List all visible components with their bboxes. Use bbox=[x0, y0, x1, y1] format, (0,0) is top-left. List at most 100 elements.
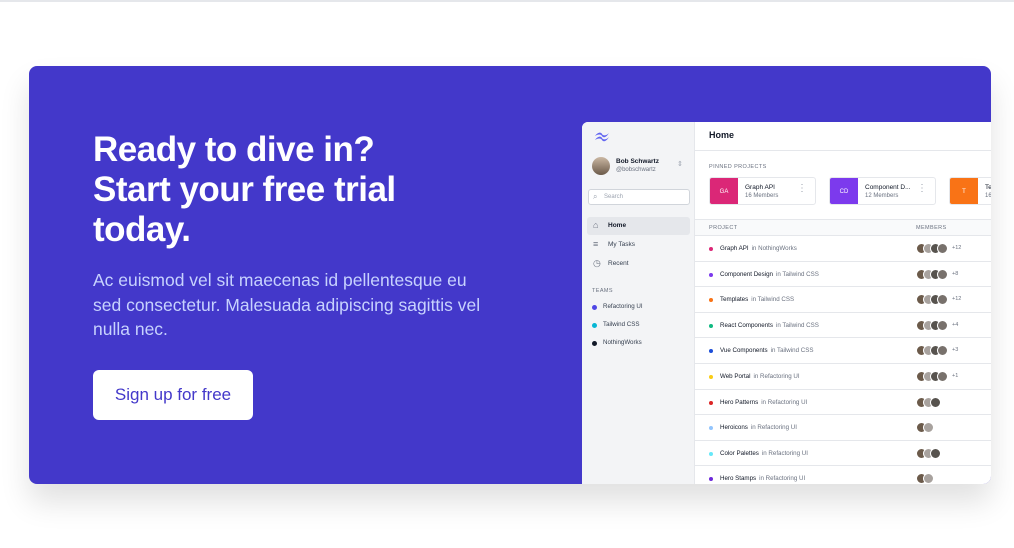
team-dot bbox=[592, 340, 597, 346]
table-row[interactable]: Component Design in Tailwind CSS +8 bbox=[695, 262, 991, 288]
team-dot bbox=[592, 322, 597, 328]
team-refactoring-ui[interactable]: Refactoring UI bbox=[592, 302, 692, 312]
project-dot bbox=[709, 298, 713, 303]
table-row[interactable]: Templates in Tailwind CSS +12 bbox=[695, 287, 991, 313]
member-count: +1 bbox=[952, 373, 959, 379]
project-name: Color Palettes bbox=[720, 449, 759, 457]
project-name: Graph API bbox=[745, 184, 775, 191]
project-team: in Tailwind CSS bbox=[775, 270, 819, 278]
pinned-heading: PINNED PROJECTS bbox=[709, 164, 767, 170]
nav-home[interactable]: ⌂ Home bbox=[587, 217, 690, 235]
table-row[interactable]: Hero Stamps in Refactoring UI bbox=[695, 466, 991, 484]
nav-label: Home bbox=[608, 222, 627, 229]
user-name: Bob Schwartz bbox=[616, 158, 659, 165]
avatar bbox=[937, 294, 948, 306]
project-name: Vue Components bbox=[720, 347, 768, 355]
avatar bbox=[592, 157, 610, 175]
member-count: +12 bbox=[952, 296, 962, 303]
project-team: in Refactoring UI bbox=[761, 449, 808, 457]
project-dot bbox=[709, 272, 713, 277]
nav-my-tasks[interactable]: ≡ My Tasks bbox=[587, 236, 690, 254]
project-name: React Components bbox=[720, 321, 773, 329]
project-team: in Refactoring UI bbox=[761, 398, 808, 406]
app-sidebar: Bob Schwartz @bobschwartz ⇕ ⌕ Search ⌂ H… bbox=[582, 122, 695, 484]
hero-description: Ac euismod vel sit maecenas id pellentes… bbox=[93, 270, 481, 339]
project-dot bbox=[709, 400, 713, 405]
search-input[interactable]: ⌕ Search bbox=[588, 189, 690, 205]
app-main: Home PINNED PROJECTS GA Graph API 16 Mem… bbox=[695, 122, 991, 484]
project-team: in Refactoring UI bbox=[750, 424, 797, 432]
cta-banner: Ready to dive in? Start your free trial … bbox=[29, 66, 991, 484]
avatar bbox=[937, 243, 948, 254]
nav-recent[interactable]: ◷ Recent bbox=[587, 255, 690, 273]
project-name: Web Portal bbox=[720, 373, 751, 380]
table-row[interactable]: Web Portal in Refactoring UI +1 bbox=[695, 364, 991, 390]
table-row[interactable]: Graph API in NothingWorks +12 bbox=[695, 236, 991, 262]
table-row[interactable]: Hero Patterns in Refactoring UI bbox=[695, 390, 991, 416]
user-menu[interactable]: Bob Schwartz @bobschwartz ⇕ bbox=[592, 157, 686, 177]
project-name: Graph API bbox=[720, 245, 749, 252]
project-team: in Tailwind CSS bbox=[770, 347, 814, 355]
pinned-project-card[interactable]: GA Graph API 16 Members ⋮ bbox=[709, 177, 816, 205]
project-members: 16 bbox=[985, 193, 991, 199]
project-team: in Refactoring UI bbox=[753, 373, 800, 380]
page-title: Home bbox=[709, 130, 735, 140]
member-count: +4 bbox=[952, 321, 959, 328]
nav-label: Recent bbox=[608, 260, 629, 267]
home-icon: ⌂ bbox=[593, 220, 599, 230]
project-name: Component D... bbox=[865, 184, 911, 191]
project-members: 16 Members bbox=[745, 193, 779, 199]
clock-icon: ◷ bbox=[593, 258, 601, 268]
project-members: 12 Members bbox=[865, 193, 899, 199]
member-count: +3 bbox=[952, 347, 959, 354]
member-count: +8 bbox=[952, 270, 959, 277]
avatar bbox=[937, 319, 948, 331]
nav-label: My Tasks bbox=[608, 241, 635, 248]
avatar bbox=[930, 447, 941, 459]
team-nothingworks[interactable]: NothingWorks bbox=[592, 338, 692, 348]
list-icon: ≡ bbox=[593, 239, 599, 249]
team-label: NothingWorks bbox=[603, 339, 642, 346]
project-name: Hero Stamps bbox=[720, 475, 757, 483]
pinned-project-card[interactable]: CD Component D... 12 Members ⋮ bbox=[829, 177, 936, 205]
project-team: in NothingWorks bbox=[751, 245, 797, 252]
app-screenshot: Bob Schwartz @bobschwartz ⇕ ⌕ Search ⌂ H… bbox=[582, 122, 991, 484]
project-dot bbox=[709, 477, 713, 482]
project-name: Te bbox=[985, 184, 991, 191]
project-team: in Tailwind CSS bbox=[775, 321, 819, 329]
project-name: Heroicons bbox=[720, 424, 748, 432]
headline-line: Start your free trial bbox=[93, 170, 396, 209]
more-icon[interactable]: ⋮ bbox=[797, 184, 807, 194]
table-row[interactable]: Color Palettes in Refactoring UI bbox=[695, 441, 991, 467]
project-dot bbox=[709, 375, 713, 379]
table-row[interactable]: Heroicons in Refactoring UI bbox=[695, 415, 991, 441]
team-tailwind-css[interactable]: Tailwind CSS bbox=[592, 320, 692, 330]
headline-line: today. bbox=[93, 210, 191, 249]
avatar bbox=[923, 473, 934, 484]
pinned-project-card[interactable]: T Te 16 bbox=[949, 177, 991, 205]
project-dot bbox=[709, 247, 713, 251]
main-header: Home bbox=[695, 122, 991, 151]
project-team: in Refactoring UI bbox=[759, 475, 806, 483]
project-name: Component Design bbox=[720, 270, 773, 278]
project-team: in Tailwind CSS bbox=[751, 296, 795, 304]
headline-line: Ready to dive in? bbox=[93, 130, 375, 169]
more-icon[interactable]: ⋮ bbox=[917, 184, 927, 194]
search-placeholder: Search bbox=[604, 194, 624, 200]
avatar bbox=[937, 371, 948, 382]
hero-text: Ready to dive in? Start your free trial … bbox=[93, 130, 513, 342]
project-initials: GA bbox=[710, 178, 738, 204]
signup-button[interactable]: Sign up for free bbox=[93, 370, 253, 420]
table-row[interactable]: Vue Components in Tailwind CSS +3 bbox=[695, 338, 991, 364]
table-row[interactable]: React Components in Tailwind CSS +4 bbox=[695, 313, 991, 339]
avatar bbox=[937, 345, 948, 357]
team-label: Tailwind CSS bbox=[603, 321, 640, 328]
project-dot bbox=[709, 451, 713, 456]
project-initials: CD bbox=[830, 178, 858, 204]
avatar bbox=[923, 422, 934, 434]
top-divider bbox=[0, 0, 1014, 2]
selector-icon: ⇕ bbox=[677, 161, 683, 168]
search-icon: ⌕ bbox=[593, 192, 598, 201]
column-project: PROJECT bbox=[709, 225, 738, 231]
column-members: MEMBERS bbox=[916, 225, 947, 231]
